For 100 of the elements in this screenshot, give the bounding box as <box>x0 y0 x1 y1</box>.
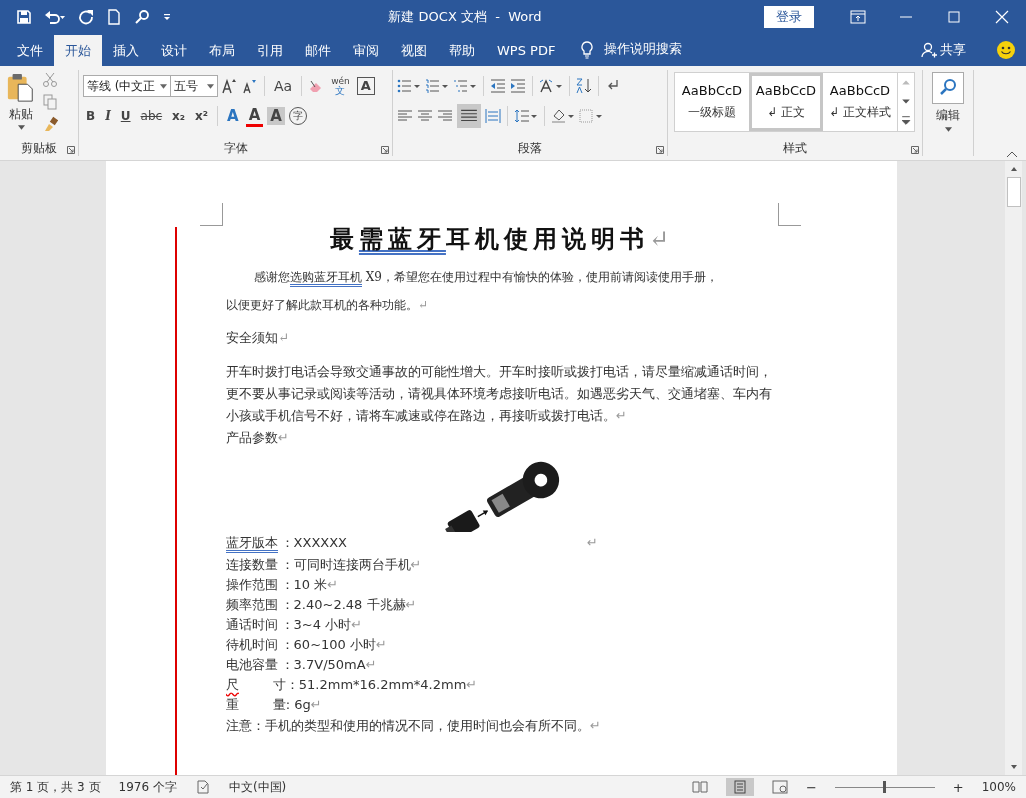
font-name-dropdown[interactable]: 等线 (中文正 <box>83 75 171 97</box>
bullet-list-icon[interactable] <box>397 78 421 94</box>
character-shading-button[interactable]: A <box>267 107 285 125</box>
spec-line: 待机时间 ：60~100 小时↵ <box>226 636 388 654</box>
ribbon-display-icon[interactable] <box>850 9 866 24</box>
group-label: 剪贴板 <box>21 139 57 157</box>
safety-paragraph: 开车时拨打电话会导致交通事故的可能性增大。开车时接听或拨打电话，请尽量缩减通话时间，更不要从事记录或阅读等活动，请视具体环境考虑接听电话。如遇恶劣天气、交通堵塞、车内有小孩或手机信号不好，请将车减速或停在路边，再接听或拨打电话。↵ <box>226 363 773 425</box>
smiley-icon[interactable] <box>996 40 1016 60</box>
spec-line: 操作范围 ：10 米↵ <box>226 576 340 594</box>
dialog-launcher-icon[interactable] <box>911 146 919 154</box>
person-add-icon <box>921 42 937 58</box>
customize-caret-icon[interactable] <box>162 11 172 22</box>
word-count[interactable]: 1976 个字 <box>118 778 177 796</box>
ribbon-tab[interactable]: 帮助 <box>438 35 486 66</box>
format-button[interactable]: U <box>117 109 134 123</box>
editing-button[interactable]: 编辑 <box>926 70 970 133</box>
language-indicator[interactable]: 中文(中国) <box>228 778 287 796</box>
caret-icon <box>944 127 952 132</box>
share-button[interactable]: 共享 <box>915 40 972 60</box>
text-effects-button[interactable]: A <box>224 107 242 125</box>
ribbon-tab[interactable]: 布局 <box>198 35 246 66</box>
group-label: 样式 <box>783 139 807 157</box>
spec-line: 连接数量 ：可同时连接两台手机↵ <box>226 556 423 574</box>
decrease-indent-icon[interactable] <box>490 78 506 94</box>
maximize-icon[interactable] <box>946 9 962 24</box>
lightbulb-icon <box>580 41 595 59</box>
dialog-launcher-icon[interactable] <box>67 146 75 154</box>
sign-in-button[interactable]: 登录 <box>764 5 814 28</box>
intro-paragraph: 感谢您选购蓝牙耳机 X9，希望您在使用过程中有愉快的体验，使用前请阅读使用手册， <box>253 269 719 286</box>
proofing-icon[interactable] <box>194 780 211 794</box>
shading-icon[interactable] <box>551 108 575 124</box>
numbered-list-icon[interactable] <box>425 78 449 94</box>
ribbon-tab[interactable]: 开始 <box>54 35 102 66</box>
ribbon-tab[interactable]: WPS PDF <box>486 35 567 66</box>
corner-mark <box>200 203 223 226</box>
print-layout-icon[interactable] <box>725 778 754 796</box>
spec-line: 频率范围 ：2.40~2.48 千兆赫↵ <box>226 596 418 614</box>
font-size-dropdown[interactable]: 五号 <box>170 75 218 97</box>
find-icon <box>932 72 964 104</box>
group-label: 字体 <box>223 139 248 157</box>
undo-icon[interactable] <box>44 8 66 25</box>
multilevel-list-icon[interactable] <box>453 78 477 94</box>
line-spacing-icon[interactable] <box>514 108 538 124</box>
note-paragraph: 注意：手机的类型和使用的情况不同，使用时间也会有所不同。↵ <box>226 717 602 735</box>
shrink-font-icon[interactable] <box>242 78 258 94</box>
grow-font-icon[interactable] <box>222 78 238 94</box>
read-mode-icon[interactable] <box>691 780 708 794</box>
new-document-icon[interactable] <box>106 8 122 25</box>
paste-button[interactable]: 粘贴 <box>4 70 38 140</box>
format-button[interactable]: I <box>102 109 114 123</box>
format-button[interactable]: x² <box>192 109 212 123</box>
ribbon-tab[interactable]: 插入 <box>102 35 150 66</box>
vertical-scrollbar[interactable] <box>1005 161 1022 775</box>
group-label: 段落 <box>518 139 542 157</box>
ribbon-tab[interactable]: 审阅 <box>342 35 390 66</box>
asian-layout-icon[interactable] <box>539 78 563 94</box>
page-count[interactable]: 第 1 页，共 3 页 <box>10 778 101 796</box>
ribbon-tab[interactable]: 视图 <box>390 35 438 66</box>
scroll-thumb[interactable] <box>1006 177 1021 207</box>
ribbon-tab[interactable]: 设计 <box>150 35 198 66</box>
redo-icon[interactable] <box>78 8 94 25</box>
ribbon-tab[interactable]: 引用 <box>246 35 294 66</box>
format-painter-icon[interactable] <box>42 116 58 132</box>
save-icon[interactable] <box>16 8 32 25</box>
search-icon[interactable] <box>134 8 150 25</box>
spec-line: 电池容量 ：3.7V/50mA↵ <box>226 656 378 674</box>
dialog-launcher-icon[interactable] <box>381 146 389 154</box>
clipboard-icon <box>6 72 36 104</box>
dropdown-caret-icon[interactable] <box>160 83 167 89</box>
intro-paragraph: 以便更好了解此款耳机的各种功能。↵ <box>226 297 430 314</box>
corner-mark <box>778 203 801 226</box>
caret-icon <box>17 125 25 130</box>
zoom-out-button[interactable]: − <box>805 779 817 795</box>
document-title: 最 需蓝牙 耳机使用说明书↵ <box>328 223 676 255</box>
font-color-button[interactable]: A <box>245 105 264 127</box>
tell-me-search[interactable]: 操作说明搜索 <box>604 40 683 58</box>
style-option[interactable]: AaBbCcD ↲ 正文 <box>749 73 823 131</box>
change-case-button[interactable]: Aa <box>271 78 296 94</box>
increase-indent-icon[interactable] <box>510 78 526 94</box>
spec-line: 蓝牙版本 ：XXXXXX ↵ <box>226 534 599 552</box>
format-button[interactable]: abc <box>137 109 166 123</box>
character-border-button[interactable]: A <box>356 77 375 95</box>
zoom-in-button[interactable]: + <box>952 779 964 795</box>
ribbon-tab[interactable]: 邮件 <box>294 35 342 66</box>
ribbon-tab[interactable]: 文件 <box>6 35 54 66</box>
zoom-level[interactable]: 100% <box>981 780 1016 794</box>
close-icon[interactable] <box>994 9 1010 24</box>
spec-line: 通话时间 ：3~4 小时↵ <box>226 616 364 634</box>
dropdown-caret-icon[interactable] <box>207 83 214 89</box>
sort-icon[interactable] <box>576 78 592 94</box>
format-button[interactable]: B <box>83 109 99 123</box>
justify-icon[interactable] <box>457 104 481 128</box>
collapse-ribbon-icon[interactable] <box>1006 150 1018 158</box>
spec-line: 尺 寸：51.2mm*16.2mm*4.2mm↵ <box>226 676 479 694</box>
window-title: 新建 DOCX 文档 - Word <box>387 7 543 26</box>
phonetic-guide-button[interactable]: wén 文 <box>328 77 353 95</box>
web-layout-icon[interactable] <box>771 780 788 794</box>
format-button[interactable]: x₂ <box>169 109 189 123</box>
section-heading: 产品参数↵ <box>226 429 290 447</box>
dialog-launcher-icon[interactable] <box>656 146 664 154</box>
